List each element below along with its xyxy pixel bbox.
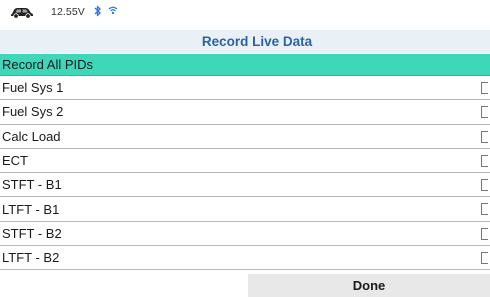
- pid-label: Fuel Sys 2: [2, 104, 64, 120]
- record-live-data-screen: 12.55V Record Live Data Record All PIDs …: [0, 0, 490, 297]
- pid-label: LTFT - B2: [2, 250, 60, 266]
- title-bar: Record Live Data: [0, 30, 490, 53]
- page-title: Record Live Data: [201, 34, 313, 49]
- pid-row-ltft-b2[interactable]: LTFT - B2: [0, 246, 490, 271]
- bluetooth-icon: [94, 5, 101, 17]
- pid-checkbox[interactable]: [481, 82, 488, 94]
- pid-label: STFT - B1: [2, 177, 62, 193]
- pid-row-calc-load[interactable]: Calc Load: [0, 125, 490, 149]
- pid-label: Fuel Sys 1: [2, 80, 64, 96]
- pid-label: Calc Load: [2, 128, 61, 144]
- battery-voltage: 12.55V: [51, 6, 85, 18]
- pid-checkbox[interactable]: [481, 203, 488, 216]
- pid-row-stft-b1[interactable]: STFT - B1: [0, 173, 490, 198]
- pid-label: ECT: [2, 153, 28, 169]
- record-all-pids-label: Record All PIDs: [2, 57, 94, 72]
- pid-label: LTFT - B1: [2, 201, 60, 217]
- wifi-icon: [108, 6, 118, 15]
- pid-row-fuel-sys-2[interactable]: Fuel Sys 2: [0, 100, 490, 125]
- pid-checkbox[interactable]: [481, 106, 488, 119]
- pid-row-stft-b2[interactable]: STFT - B2: [0, 222, 490, 247]
- pid-row-fuel-sys-1[interactable]: Fuel Sys 1: [0, 76, 490, 101]
- pid-label: STFT - B2: [2, 225, 62, 241]
- car-icon: [11, 8, 33, 19]
- pid-checkbox[interactable]: [481, 179, 488, 192]
- pid-checkbox[interactable]: [481, 227, 488, 240]
- pid-checkbox[interactable]: [481, 252, 488, 265]
- pid-row-ltft-b1[interactable]: LTFT - B1: [0, 197, 490, 222]
- pid-row-ect[interactable]: ECT: [0, 149, 490, 174]
- record-all-pids-row[interactable]: Record All PIDs: [0, 54, 490, 76]
- done-button[interactable]: Done: [248, 274, 490, 297]
- bottom-bar: Done: [0, 272, 490, 297]
- pid-checkbox[interactable]: [481, 154, 488, 167]
- status-bar: 12.55V: [0, 0, 490, 28]
- pid-list: Record All PIDs Fuel Sys 1 Fuel Sys 2 Ca…: [0, 54, 490, 271]
- pid-checkbox[interactable]: [481, 130, 488, 143]
